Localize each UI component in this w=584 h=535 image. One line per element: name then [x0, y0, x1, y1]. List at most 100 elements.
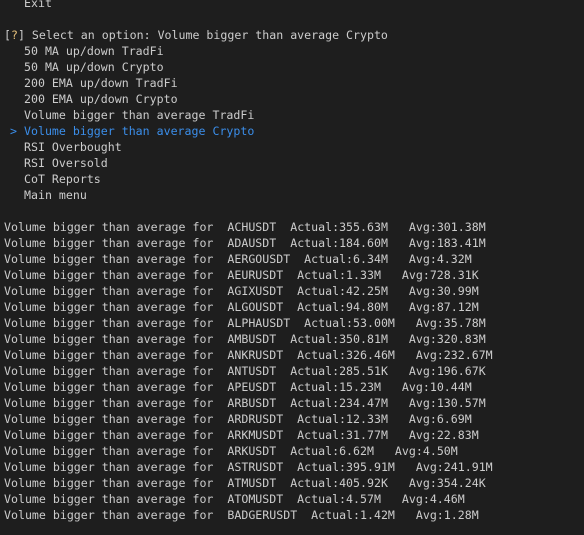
result-symbol: AMBUSDT	[227, 332, 277, 346]
result-actual: 6.62M	[339, 444, 374, 458]
result-avg: 183.41M	[436, 236, 486, 250]
actual-label: Actual:	[283, 412, 347, 426]
result-avg: 22.83M	[436, 428, 479, 442]
menu-option-label: Volume bigger than average TradFi	[24, 108, 255, 122]
result-avg: 301.38M	[436, 220, 486, 234]
result-actual: 31.77M	[346, 428, 388, 442]
result-prefix: Volume bigger than average for	[4, 332, 228, 346]
result-row: Volume bigger than average for ALPHAUSDT…	[4, 315, 582, 331]
avg-label: Avg:	[387, 428, 437, 442]
menu-option[interactable]: Volume bigger than average TradFi	[4, 107, 582, 123]
result-actual: 350.81M	[339, 332, 388, 346]
avg-label: Avg:	[394, 316, 444, 330]
avg-label: Avg:	[387, 284, 437, 298]
actual-label: Actual:	[276, 236, 340, 250]
result-row: Volume bigger than average for ARKUSDT A…	[4, 443, 582, 459]
result-avg: 196.67K	[436, 364, 486, 378]
result-avg: 241.91M	[443, 460, 493, 474]
result-avg: 4.32M	[436, 252, 472, 266]
actual-label: Actual:	[283, 300, 347, 314]
actual-label: Actual:	[283, 492, 347, 506]
result-prefix: Volume bigger than average for	[4, 492, 228, 506]
result-symbol: ARDRUSDT	[227, 412, 284, 426]
menu-option[interactable]: RSI Oversold	[4, 155, 582, 171]
avg-label: Avg:	[380, 492, 430, 506]
exit-option[interactable]: Exit	[4, 0, 52, 10]
result-symbol: ACHUSDT	[227, 220, 277, 234]
avg-label: Avg:	[387, 396, 437, 410]
actual-label: Actual:	[290, 316, 354, 330]
result-prefix: Volume bigger than average for	[4, 444, 228, 458]
result-row: Volume bigger than average for ARDRUSDT …	[4, 411, 582, 427]
menu-option-label: RSI Overbought	[24, 140, 122, 154]
avg-label: Avg:	[387, 220, 437, 234]
result-actual: 234.47M	[339, 396, 388, 410]
result-symbol: AEURUSDT	[227, 268, 284, 282]
result-avg: 87.12M	[436, 300, 479, 314]
result-actual: 53.00M	[353, 316, 395, 330]
result-actual: 285.51K	[339, 364, 388, 378]
result-symbol: ATMUSDT	[227, 476, 277, 490]
avg-label: Avg:	[394, 460, 444, 474]
result-row: Volume bigger than average for ADAUSDT A…	[4, 235, 582, 251]
result-avg: 354.24K	[436, 476, 486, 490]
result-row: Volume bigger than average for APEUSDT A…	[4, 379, 582, 395]
menu-option[interactable]: 50 MA up/down TradFi	[4, 43, 582, 59]
actual-label: Actual:	[283, 428, 347, 442]
result-row: Volume bigger than average for AEURUSDT …	[4, 267, 582, 283]
result-actual: 4.57M	[346, 492, 381, 506]
result-symbol: ARBUSDT	[227, 396, 277, 410]
menu-option-label: 200 EMA up/down Crypto	[24, 92, 178, 106]
result-avg: 232.67M	[443, 348, 493, 362]
result-prefix: Volume bigger than average for	[4, 460, 228, 474]
actual-label: Actual:	[276, 444, 340, 458]
result-row: Volume bigger than average for ARBUSDT A…	[4, 395, 582, 411]
result-prefix: Volume bigger than average for	[4, 508, 228, 522]
result-avg: 4.46M	[429, 492, 465, 506]
actual-label: Actual:	[276, 220, 340, 234]
result-symbol: ALGOUSDT	[227, 300, 284, 314]
result-avg: 1.28M	[443, 508, 479, 522]
prompt-line: [?] Select an option: Volume bigger than…	[4, 27, 582, 43]
result-symbol: BADGERUSDT	[227, 508, 298, 522]
result-row: Volume bigger than average for ANKRUSDT …	[4, 347, 582, 363]
result-actual: 6.34M	[353, 252, 388, 266]
avg-label: Avg:	[387, 476, 437, 490]
result-prefix: Volume bigger than average for	[4, 364, 228, 378]
actual-label: Actual:	[283, 284, 347, 298]
result-actual: 15.23M	[339, 380, 381, 394]
result-symbol: ALPHAUSDT	[227, 316, 291, 330]
actual-label: Actual:	[290, 252, 354, 266]
result-prefix: Volume bigger than average for	[4, 348, 228, 362]
menu-option[interactable]: 200 EMA up/down TradFi	[4, 75, 582, 91]
menu-option[interactable]: RSI Overbought	[4, 139, 582, 155]
result-avg: 130.57M	[436, 396, 486, 410]
result-actual: 395.91M	[346, 460, 395, 474]
result-row: Volume bigger than average for ATMUSDT A…	[4, 475, 582, 491]
result-prefix: Volume bigger than average for	[4, 236, 228, 250]
result-prefix: Volume bigger than average for	[4, 252, 228, 266]
result-avg: 6.69M	[436, 412, 472, 426]
avg-label: Avg:	[387, 412, 437, 426]
menu-option[interactable]: Main menu	[4, 187, 582, 203]
menu-option[interactable]: CoT Reports	[4, 171, 582, 187]
result-prefix: Volume bigger than average for	[4, 268, 228, 282]
result-actual: 1.33M	[346, 268, 381, 282]
avg-label: Avg:	[394, 508, 444, 522]
exit-line: Exit	[4, 0, 582, 11]
result-actual: 12.33M	[346, 412, 388, 426]
result-symbol: ANTUSDT	[227, 364, 277, 378]
result-actual: 355.63M	[339, 220, 388, 234]
actual-label: Actual:	[276, 380, 340, 394]
actual-label: Actual:	[276, 364, 340, 378]
result-prefix: Volume bigger than average for	[4, 380, 228, 394]
avg-label: Avg:	[380, 268, 430, 282]
menu-option[interactable]: 50 MA up/down Crypto	[4, 59, 582, 75]
menu-option[interactable]: > Volume bigger than average Crypto	[4, 123, 582, 139]
result-row: Volume bigger than average for AERGOUSDT…	[4, 251, 582, 267]
menu-option[interactable]: 200 EMA up/down Crypto	[4, 91, 582, 107]
question-mark-icon: ?	[10, 28, 18, 42]
result-prefix: Volume bigger than average for	[4, 476, 228, 490]
result-avg: 4.50M	[422, 444, 458, 458]
